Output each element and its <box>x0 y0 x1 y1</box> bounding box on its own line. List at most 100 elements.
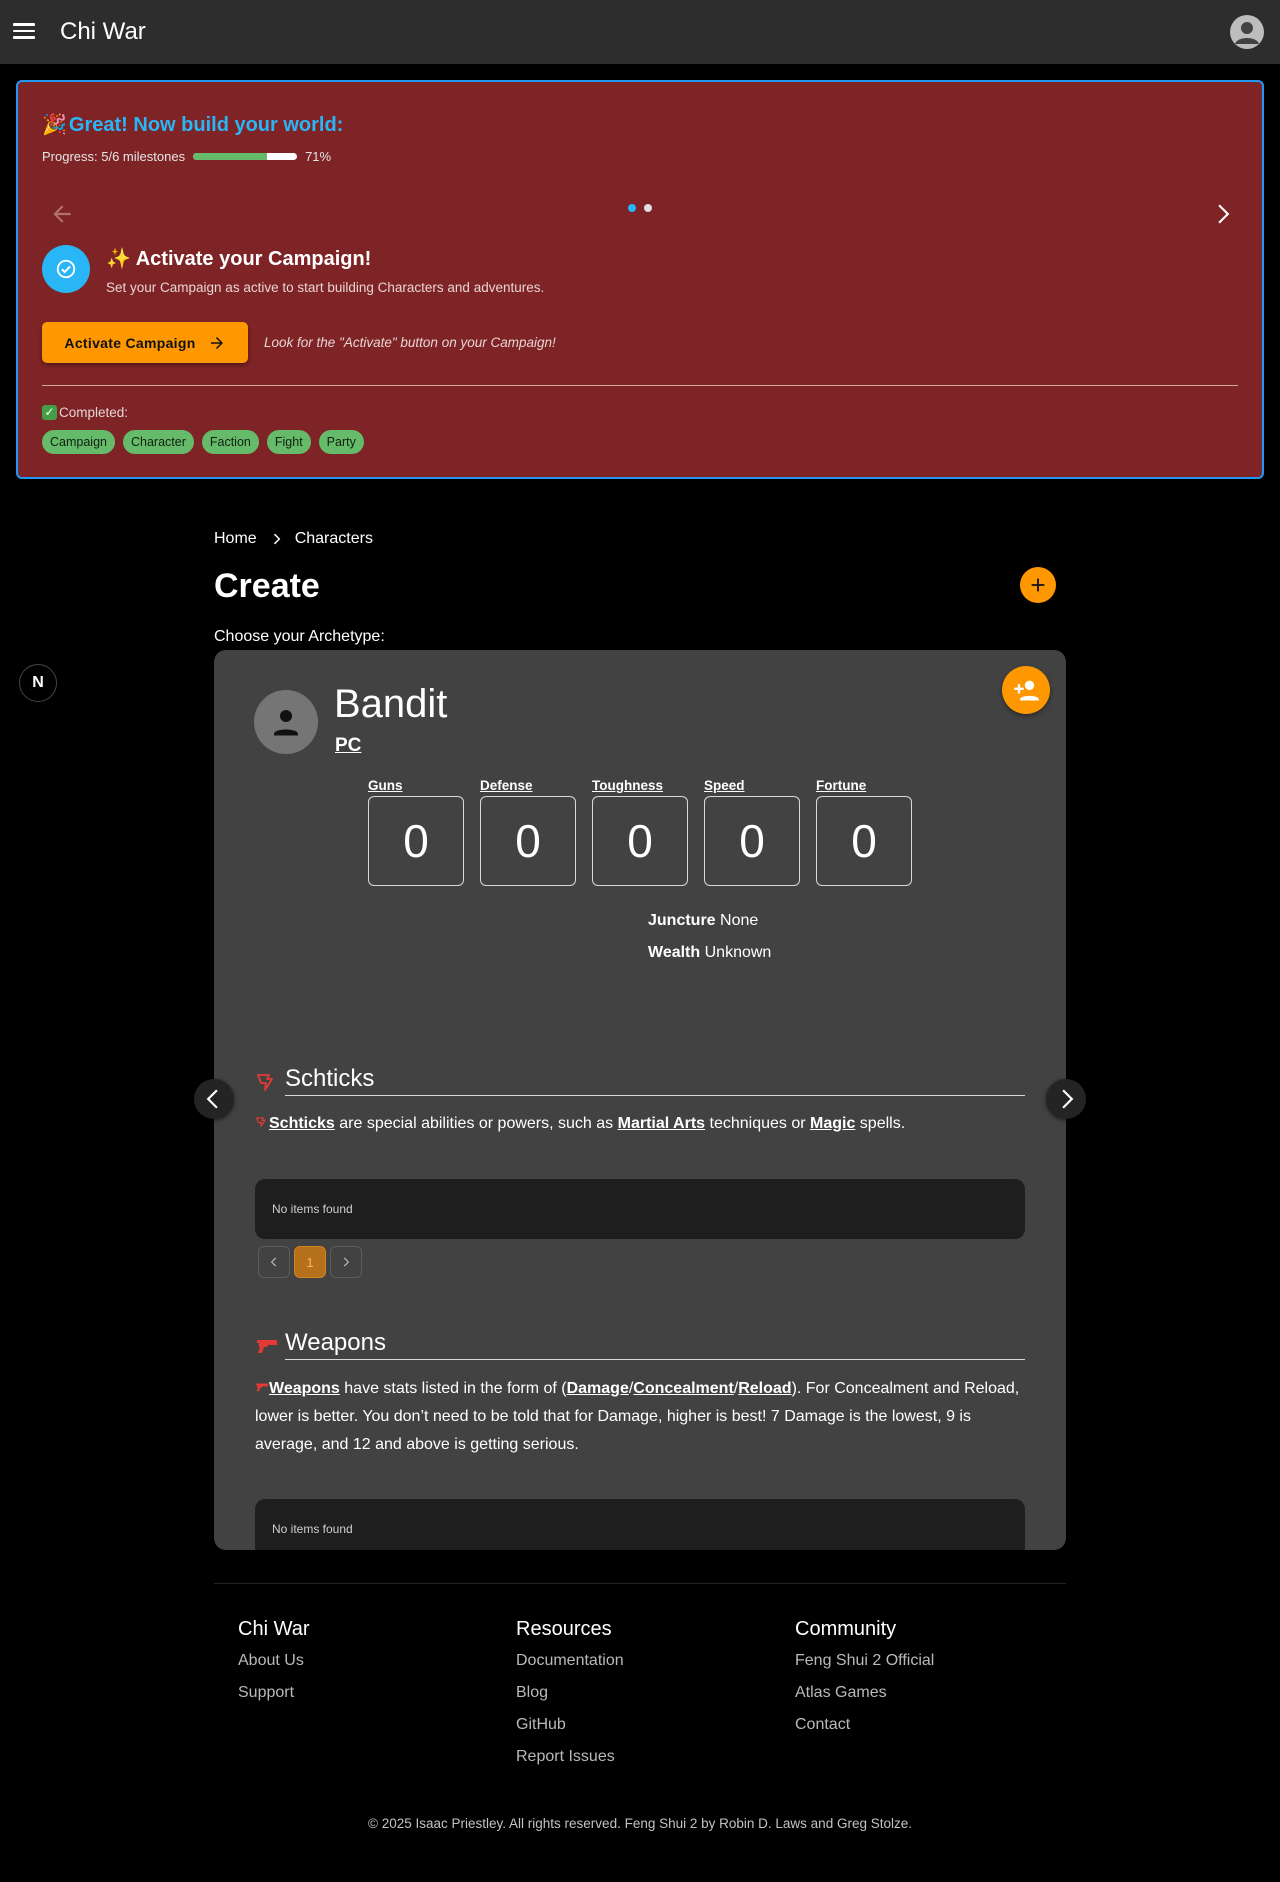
schticks-table: No items found <box>255 1179 1025 1239</box>
carousel-dots <box>628 204 652 212</box>
gun-icon <box>256 1383 268 1392</box>
activate-campaign-button[interactable]: Activate Campaign <box>42 322 248 363</box>
add-character-button[interactable] <box>1002 666 1050 714</box>
stat-guns: Guns 0 <box>368 778 464 886</box>
stat-value: 0 <box>368 796 464 886</box>
menu-icon-bar <box>13 36 35 39</box>
next-page-button[interactable] <box>330 1246 362 1278</box>
arrow-left-icon <box>53 205 71 223</box>
wealth-value: Unknown <box>704 944 772 961</box>
progress-bar-fill <box>193 153 267 160</box>
stat-label[interactable]: Guns <box>368 778 464 796</box>
concealment-link[interactable]: Concealment <box>633 1380 733 1397</box>
completed-chips: Campaign Character Faction Fight Party <box>42 430 364 454</box>
page-button[interactable]: 1 <box>294 1246 326 1278</box>
chevron-left-icon <box>270 1257 277 1267</box>
stat-value: 0 <box>592 796 688 886</box>
stat-defense: Defense 0 <box>480 778 576 886</box>
damage-link[interactable]: Damage <box>567 1380 629 1397</box>
juncture-row: Juncture None <box>648 912 758 930</box>
stat-value: 0 <box>816 796 912 886</box>
archetype-prompt: Choose your Archetype: <box>214 628 385 645</box>
completed-label-text: Completed: <box>59 405 129 420</box>
chevron-right-icon <box>1062 1089 1074 1109</box>
progress-bar <box>193 153 298 160</box>
juncture-label: Juncture <box>648 912 716 929</box>
weapons-table: No items found <box>255 1499 1025 1550</box>
weapons-description: Weapons have stats listed in the form of… <box>255 1380 1020 1453</box>
martial-arts-link[interactable]: Martial Arts <box>618 1115 705 1132</box>
previous-step-button[interactable] <box>42 194 82 234</box>
schticks-link[interactable]: Schticks <box>269 1115 335 1132</box>
archetype-card: Bandit PC Guns 0 Defense 0 Toughness 0 S… <box>214 650 1066 1550</box>
breadcrumb: Home Characters <box>214 530 373 548</box>
previous-archetype-button[interactable] <box>194 1079 234 1119</box>
breadcrumb-home[interactable]: Home <box>214 530 257 548</box>
weapons-text: have stats listed in the form of ( <box>339 1380 567 1397</box>
footer-column-resources: Resources Documentation Blog GitHub Repo… <box>516 1618 624 1780</box>
footer-link-about[interactable]: About Us <box>238 1652 309 1684</box>
carousel-dot[interactable] <box>628 204 636 212</box>
completed-chip: Faction <box>201 430 259 454</box>
step-title-text: Activate your Campaign! <box>135 248 372 270</box>
chevron-right-icon <box>273 533 281 545</box>
activate-campaign-label: Activate Campaign <box>64 334 196 351</box>
stat-label[interactable]: Toughness <box>592 778 688 796</box>
footer-link-atlas-games[interactable]: Atlas Games <box>795 1684 934 1716</box>
stat-speed: Speed 0 <box>704 778 800 886</box>
stat-fortune: Fortune 0 <box>816 778 912 886</box>
schticks-description: Schticks are special abilities or powers… <box>255 1110 1025 1138</box>
reload-link[interactable]: Reload <box>738 1380 791 1397</box>
footer-link-documentation[interactable]: Documentation <box>516 1652 624 1684</box>
chevron-right-icon <box>1218 204 1230 224</box>
schticks-header: Schticks <box>255 1065 1025 1096</box>
footer-link-feng-shui[interactable]: Feng Shui 2 Official <box>795 1652 934 1684</box>
stat-label[interactable]: Defense <box>480 778 576 796</box>
character-name: Bandit <box>334 682 448 726</box>
app-bar: Chi War <box>0 0 1280 64</box>
stat-label[interactable]: Fortune <box>816 778 912 796</box>
magic-link[interactable]: Magic <box>810 1115 855 1132</box>
divider <box>42 385 1238 386</box>
next-logo-icon[interactable]: N <box>19 664 57 702</box>
onboarding-title: 🎉 Great! Now build your world: <box>42 112 343 137</box>
arrow-right-icon <box>210 336 223 349</box>
onboarding-title-text: Great! Now build your world: <box>68 114 344 136</box>
person-add-icon <box>1014 680 1039 701</box>
stat-value: 0 <box>480 796 576 886</box>
progress-text: Progress: 5/6 milestones <box>42 149 186 164</box>
gun-icon <box>257 1340 277 1353</box>
stat-label[interactable]: Speed <box>704 778 800 796</box>
next-step-button[interactable] <box>1202 194 1242 234</box>
stat-toughness: Toughness 0 <box>592 778 688 886</box>
previous-page-button[interactable] <box>258 1246 290 1278</box>
character-type[interactable]: PC <box>335 735 361 757</box>
footer-link-github[interactable]: GitHub <box>516 1716 624 1748</box>
carousel-dot[interactable] <box>644 204 652 212</box>
schticks-text: are special abilities or powers, such as <box>334 1115 618 1132</box>
stat-value: 0 <box>704 796 800 886</box>
juncture-value: None <box>720 912 759 929</box>
schticks-title: Schticks <box>285 1065 1025 1096</box>
account-button[interactable] <box>1230 15 1264 49</box>
footer-link-contact[interactable]: Contact <box>795 1716 934 1748</box>
weapons-link[interactable]: Weapons <box>269 1380 340 1397</box>
stats-row: Guns 0 Defense 0 Toughness 0 Speed 0 For… <box>368 778 912 886</box>
chevron-right-icon <box>343 1257 350 1267</box>
completed-chip: Campaign <box>42 430 115 454</box>
schticks-pagination: 1 <box>258 1246 362 1278</box>
schticks-text: techniques or <box>705 1115 810 1132</box>
sparkles-icon: ✨ <box>106 248 131 270</box>
footer-link-report-issues[interactable]: Report Issues <box>516 1748 624 1780</box>
step-description: Set your Campaign as active to start bui… <box>106 280 545 295</box>
footer-link-support[interactable]: Support <box>238 1684 309 1716</box>
weapons-title: Weapons <box>285 1329 1025 1360</box>
footer-link-blog[interactable]: Blog <box>516 1684 624 1716</box>
footer-heading: Chi War <box>238 1618 310 1640</box>
next-archetype-button[interactable] <box>1046 1079 1086 1119</box>
create-button[interactable] <box>1020 567 1056 603</box>
app-title: Chi War <box>60 18 146 45</box>
account-icon <box>1235 22 1259 44</box>
footer-column-community: Community Feng Shui 2 Official Atlas Gam… <box>795 1618 934 1748</box>
menu-button[interactable] <box>10 14 38 48</box>
